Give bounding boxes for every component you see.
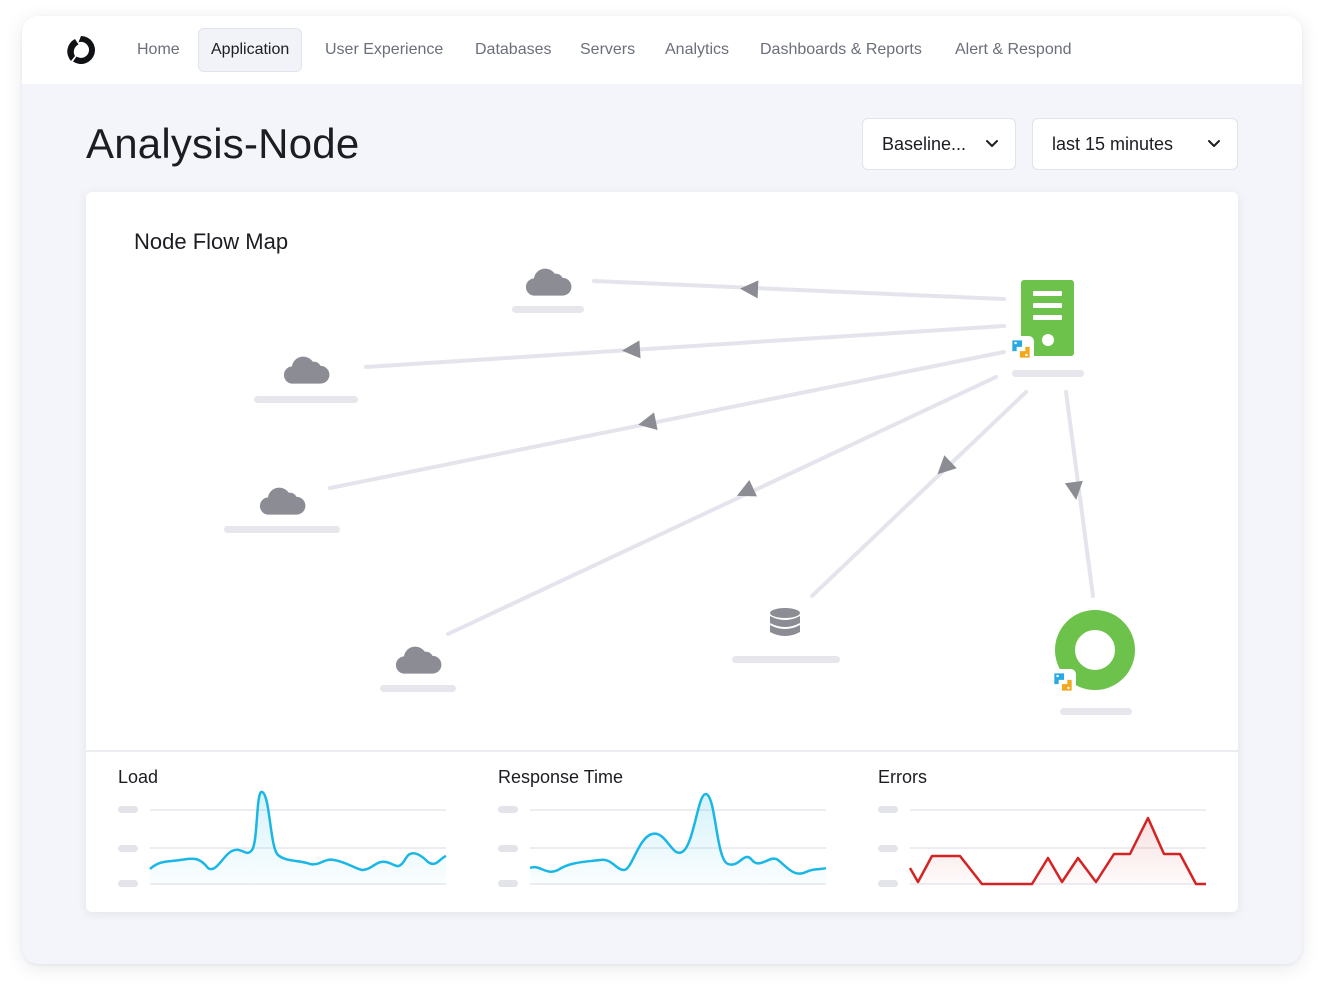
arrowhead-icon [622,340,641,359]
node-label-placeholder [512,306,584,313]
flow-edges [328,279,1095,636]
ring-node[interactable] [1050,610,1135,715]
database-icon [770,608,800,636]
nav-item-databases[interactable]: Databases [463,28,564,72]
flow-arrowheads [622,280,1083,500]
axis-placeholders [878,806,898,887]
time-range-dropdown-value: last 15 minutes [1052,134,1174,154]
nav-item-analytics[interactable]: Analytics [653,28,741,72]
edge-server-cloud-1 [592,279,1006,301]
arrowhead-icon [1064,480,1083,500]
python-icon [1008,336,1034,362]
top-nav: Home Application User Experience Databas… [22,16,1302,84]
database-node[interactable] [732,608,840,663]
chevron-down-icon [986,140,998,147]
node-label-placeholder [1012,370,1084,377]
page-title: Analysis-Node [86,120,360,167]
cloud-node-3[interactable] [224,487,340,533]
cloud-icon [395,646,442,674]
server-node[interactable] [1008,280,1084,377]
app-window: Home Application User Experience Databas… [22,16,1302,964]
baseline-dropdown-value: Baseline... [882,134,967,154]
response-time-sparkline [498,792,827,887]
response-time-area [530,793,826,884]
response-time-panel: Response Time [466,752,846,912]
nav-item-servers[interactable]: Servers [568,28,647,72]
edge-server-cloud-2 [364,324,1006,369]
load-sparkline [118,790,447,887]
logo-icon[interactable] [64,33,98,67]
edge-server-ring [1064,390,1095,598]
node-label-placeholder [732,656,840,663]
cloud-icon [525,268,572,296]
node-flow-map [224,268,1135,715]
nav-item-home[interactable]: Home [125,28,192,72]
node-label-placeholder [254,396,358,403]
load-panel: Load [86,752,466,912]
cloud-node-2[interactable] [254,356,358,403]
node-label-placeholder [1060,708,1132,715]
flow-map-title: Node Flow Map [134,229,289,254]
chevron-down-icon [1208,140,1220,147]
nav-item-alert-respond[interactable]: Alert & Respond [943,28,1084,72]
arrowhead-icon [638,412,658,431]
time-range-dropdown[interactable]: last 15 minutes [1032,118,1238,170]
cloud-node-4[interactable] [380,646,456,692]
baseline-dropdown[interactable]: Baseline... [862,118,1016,170]
errors-panel: Errors [846,752,1238,912]
cloud-node-1[interactable] [512,268,584,313]
arrowhead-icon [740,280,759,299]
errors-sparkline [878,806,1206,887]
nav-item-application[interactable]: Application [198,28,303,72]
axis-placeholders [118,806,138,887]
flow-map-card: Node Flow Map Load Response Time Errors [86,192,1238,912]
cloud-icon [259,487,306,515]
edge-server-cloud-4 [446,375,998,636]
node-label-placeholder [380,685,456,692]
nav-item-user-experience[interactable]: User Experience [313,28,455,72]
load-area [150,791,446,884]
cloud-icon [283,356,330,384]
edge-server-database [810,390,1028,598]
python-icon [1050,669,1076,695]
axis-placeholders [498,806,518,887]
load-line [149,790,447,872]
nav-item-dashboards-reports[interactable]: Dashboards & Reports [748,28,934,72]
node-label-placeholder [224,526,340,533]
